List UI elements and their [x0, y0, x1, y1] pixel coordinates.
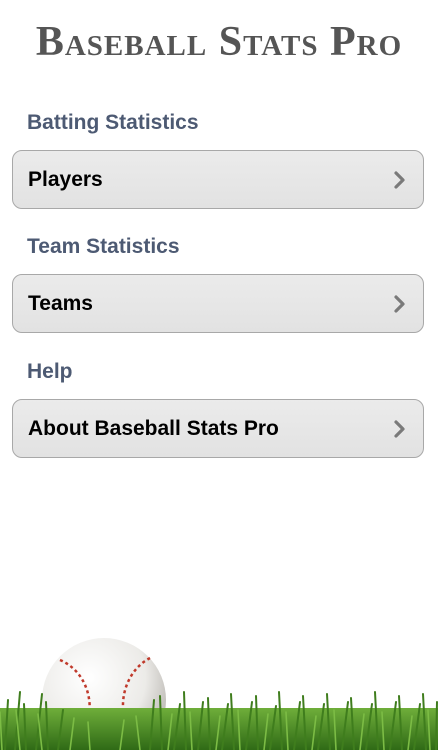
- teams-row[interactable]: Teams: [12, 274, 424, 333]
- chevron-right-icon: [393, 294, 407, 314]
- players-row-label: Players: [28, 167, 103, 191]
- section-header-team: Team Statistics: [27, 235, 180, 258]
- app-title: Baseball Stats Pro: [35, 19, 403, 65]
- teams-row-label: Teams: [28, 291, 93, 315]
- chevron-right-icon: [393, 419, 407, 439]
- players-row[interactable]: Players: [12, 150, 424, 209]
- section-header-help: Help: [27, 360, 73, 383]
- about-row-label: About Baseball Stats Pro: [28, 416, 279, 440]
- chevron-right-icon: [393, 170, 407, 190]
- about-row[interactable]: About Baseball Stats Pro: [12, 399, 424, 458]
- section-header-batting: Batting Statistics: [27, 111, 199, 134]
- baseball-on-grass-image: [0, 638, 438, 750]
